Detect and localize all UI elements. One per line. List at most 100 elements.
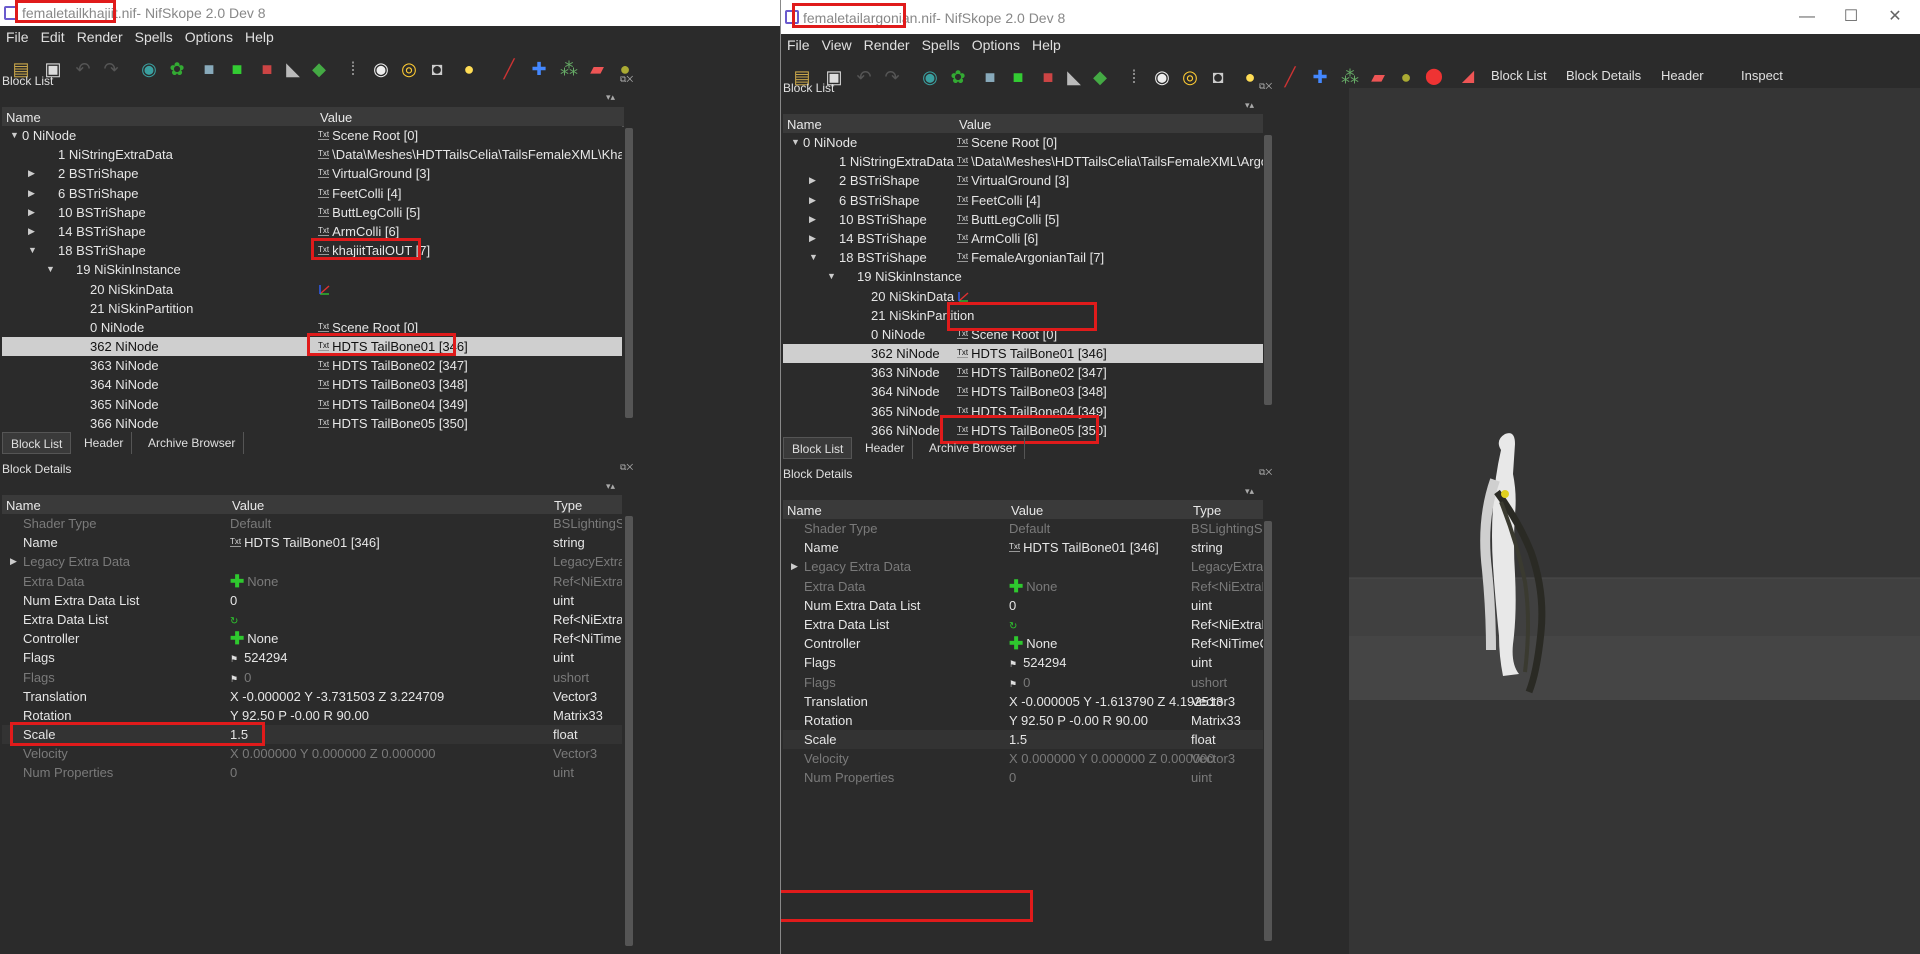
block-list-tree[interactable]: ▼ 0 NiNode Txt Scene Root [0] 1 NiStringExtr… — [783, 133, 1263, 437]
toolbar-block-details-button[interactable]: Block Details — [1566, 68, 1641, 83]
undo-icon[interactable]: ↶ — [851, 64, 877, 90]
expand-arrow-right-icon[interactable]: ▶ — [28, 164, 35, 183]
block-details-scrollbar[interactable] — [1263, 519, 1273, 954]
detail-value[interactable]: X 0.000000 Y 0.000000 Z 0.000000 — [1009, 749, 1215, 768]
block-details-scrollbar[interactable] — [624, 514, 634, 954]
detail-value[interactable]: Y 92.50 P -0.00 R 90.00 — [1009, 711, 1148, 730]
tree-row[interactable]: 21 NiSkinPartition — [2, 299, 622, 318]
expand-arrow-down-icon[interactable]: ▼ — [46, 260, 55, 279]
detail-value[interactable]: 0 — [1009, 768, 1016, 787]
toolbar-header-button[interactable]: Header — [1661, 68, 1704, 83]
add-icon[interactable]: ✚ — [1009, 635, 1023, 652]
cube-red-icon[interactable]: ■ — [1035, 64, 1061, 90]
menu-options[interactable]: Options — [966, 34, 1026, 53]
tree-row[interactable]: ▶ 6 BSTriShape Txt FeetColli [4] — [783, 191, 1263, 210]
tree-row[interactable]: 365 NiNode Txt HDTS TailBone04 [349] — [783, 402, 1263, 421]
menu-render[interactable]: Render — [858, 34, 916, 53]
detail-row-scale[interactable]: Scale 1.5 float — [2, 725, 622, 745]
tree-row[interactable]: ▼ 18 BSTriShape Txt khajiitTailOUT [7] — [2, 241, 622, 260]
tree-row[interactable]: 0 NiNode Txt Scene Root [0] — [783, 325, 1263, 344]
detail-row-extra-data-list[interactable]: Extra Data List ↻ Ref<NiExtraDa — [2, 610, 622, 629]
col-name[interactable]: Name — [6, 110, 41, 125]
menu-help[interactable]: Help — [1026, 34, 1067, 53]
detail-value[interactable]: X 0.000000 Y 0.000000 Z 0.000000 — [230, 744, 436, 763]
cube-green-icon[interactable]: ■ — [224, 56, 250, 82]
tree-row[interactable]: ▼ 0 NiNode Txt Scene Root [0] — [2, 126, 622, 145]
tree-row[interactable]: ▼ 18 BSTriShape Txt FemaleArgonianTail [7] — [783, 248, 1263, 267]
paint-icon[interactable]: ▰ — [584, 56, 610, 82]
tab-block-list[interactable]: Block List — [783, 437, 853, 459]
nodes-icon[interactable]: ⁂ — [556, 56, 582, 82]
scroll-arrows-icon[interactable]: ▾▴ — [606, 481, 615, 492]
tree-row[interactable]: 1 NiStringExtraData Txt \Data\Meshes\HDTTa… — [2, 145, 622, 164]
tree-row[interactable]: ▶ 2 BSTriShape Txt VirtualGround [3] — [783, 171, 1263, 190]
undo-icon[interactable]: ↶ — [70, 56, 96, 82]
eye-alt-icon[interactable]: ◎ — [1177, 64, 1203, 90]
detail-row-shader-type[interactable]: Shader Type Default BSLightingSha — [783, 519, 1263, 538]
menu-render[interactable]: Render — [71, 26, 129, 45]
detail-row-velocity[interactable]: Velocity X 0.000000 Y 0.000000 Z 0.000000… — [783, 749, 1263, 768]
toolbar-block-list-button[interactable]: Block List — [1491, 68, 1547, 83]
detail-value[interactable]: ⚑ 0 — [230, 668, 251, 689]
axes-icon[interactable]: ✚ — [526, 56, 552, 82]
select-icon[interactable]: ◉ — [136, 56, 162, 82]
minimize-icon[interactable]: — — [1796, 6, 1818, 28]
add-icon[interactable]: ✚ — [230, 573, 244, 590]
tree-row[interactable]: ▶ 10 BSTriShape Txt ButtLegColli [5] — [783, 210, 1263, 229]
dock-float-close-icon[interactable]: ⧉✕ — [620, 462, 633, 473]
detail-value[interactable]: ⚑ 0 — [1009, 673, 1030, 694]
col-value[interactable]: Value — [232, 498, 264, 513]
maximize-icon[interactable]: ☐ — [1840, 6, 1862, 28]
col-type[interactable]: Type — [1193, 503, 1221, 518]
detail-value[interactable]: Txt HDTS TailBone01 [346] — [1009, 538, 1159, 557]
detail-value[interactable]: ↻ — [1009, 615, 1017, 636]
detail-row-rotation[interactable]: Rotation Y 92.50 P -0.00 R 90.00 Matrix33 — [2, 706, 622, 725]
tab-archive-browser[interactable]: Archive Browser — [140, 432, 245, 454]
scroll-arrows-icon[interactable]: ▾▴ — [606, 92, 615, 103]
select-icon[interactable]: ◉ — [917, 64, 943, 90]
detail-value[interactable]: 1.5 — [1009, 730, 1027, 749]
detail-value[interactable]: ⚑ 524294 — [1009, 653, 1066, 674]
link-icon[interactable]: ↻ — [230, 616, 238, 627]
cube-red-icon[interactable]: ■ — [254, 56, 280, 82]
tab-header[interactable]: Header — [857, 437, 914, 459]
detail-value[interactable]: ↻ — [230, 610, 238, 631]
expand-arrow-right-icon[interactable]: ▶ — [28, 184, 35, 203]
tree-row[interactable]: 0 NiNode Txt Scene Root [0] — [2, 318, 622, 337]
menu-edit[interactable]: Edit — [35, 26, 71, 45]
detail-row-num-extra-data-list[interactable]: Num Extra Data List 0 uint — [2, 591, 622, 610]
tree-row[interactable]: ▶ 6 BSTriShape Txt FeetColli [4] — [2, 184, 622, 203]
detail-row-extra-data[interactable]: Extra Data ✚None Ref<NiExtraDa — [783, 577, 1263, 596]
tree-row[interactable]: 364 NiNode Txt HDTS TailBone03 [348] — [2, 375, 622, 394]
scroll-arrows-icon[interactable]: ▾▴ — [1245, 486, 1254, 497]
shape-icon[interactable]: ◣ — [1061, 64, 1087, 90]
redo-icon[interactable]: ↷ — [98, 56, 124, 82]
detail-row-flags[interactable]: Flags ⚑ 524294 uint — [783, 653, 1263, 672]
tree-row[interactable]: 363 NiNode Txt HDTS TailBone02 [347] — [783, 363, 1263, 382]
menu-spells[interactable]: Spells — [916, 34, 966, 53]
expand-arrow-right-icon[interactable]: ▶ — [791, 557, 798, 576]
detail-row-legacy-extra-data[interactable]: ▶ Legacy Extra Data LegacyExtraDa — [2, 552, 622, 571]
tree-row[interactable]: ▼ 19 NiSkinInstance — [783, 267, 1263, 286]
tab-block-list[interactable]: Block List — [2, 432, 72, 454]
3d-viewport[interactable] — [1349, 88, 1920, 954]
block-list-scrollbar[interactable] — [1263, 133, 1273, 437]
expand-arrow-right-icon[interactable]: ▶ — [10, 552, 17, 571]
col-name[interactable]: Name — [787, 503, 822, 518]
detail-row-flags[interactable]: Flags ⚑ 0 ushort — [2, 668, 622, 687]
menu-file[interactable]: File — [0, 26, 35, 45]
tree-icon[interactable]: ✿ — [164, 56, 190, 82]
close-icon[interactable]: ✕ — [1884, 6, 1906, 28]
detail-value[interactable]: 1.5 — [230, 725, 248, 744]
menu-spells[interactable]: Spells — [129, 26, 179, 45]
expand-arrow-down-icon[interactable]: ▼ — [28, 241, 37, 260]
tree-row[interactable]: ▼ 0 NiNode Txt Scene Root [0] — [783, 133, 1263, 152]
footprint-icon[interactable]: ⁞ — [340, 56, 366, 82]
tree-row[interactable]: ▶ 14 BSTriShape Txt ArmColli [6] — [783, 229, 1263, 248]
dock-float-close-icon[interactable]: ⧉✕ — [620, 74, 633, 85]
detail-row-shader-type[interactable]: Shader Type Default BSLightingSha — [2, 514, 622, 533]
block-list-tree[interactable]: ▼ 0 NiNode Txt Scene Root [0] 1 NiStringExtr… — [2, 126, 622, 432]
tree-row[interactable]: 1 NiStringExtraData Txt \Data\Meshes\HDTTa… — [783, 152, 1263, 171]
eye-icon[interactable]: ◉ — [368, 56, 394, 82]
detail-row-extra-data-list[interactable]: Extra Data List ↻ Ref<NiExtraDa — [783, 615, 1263, 634]
